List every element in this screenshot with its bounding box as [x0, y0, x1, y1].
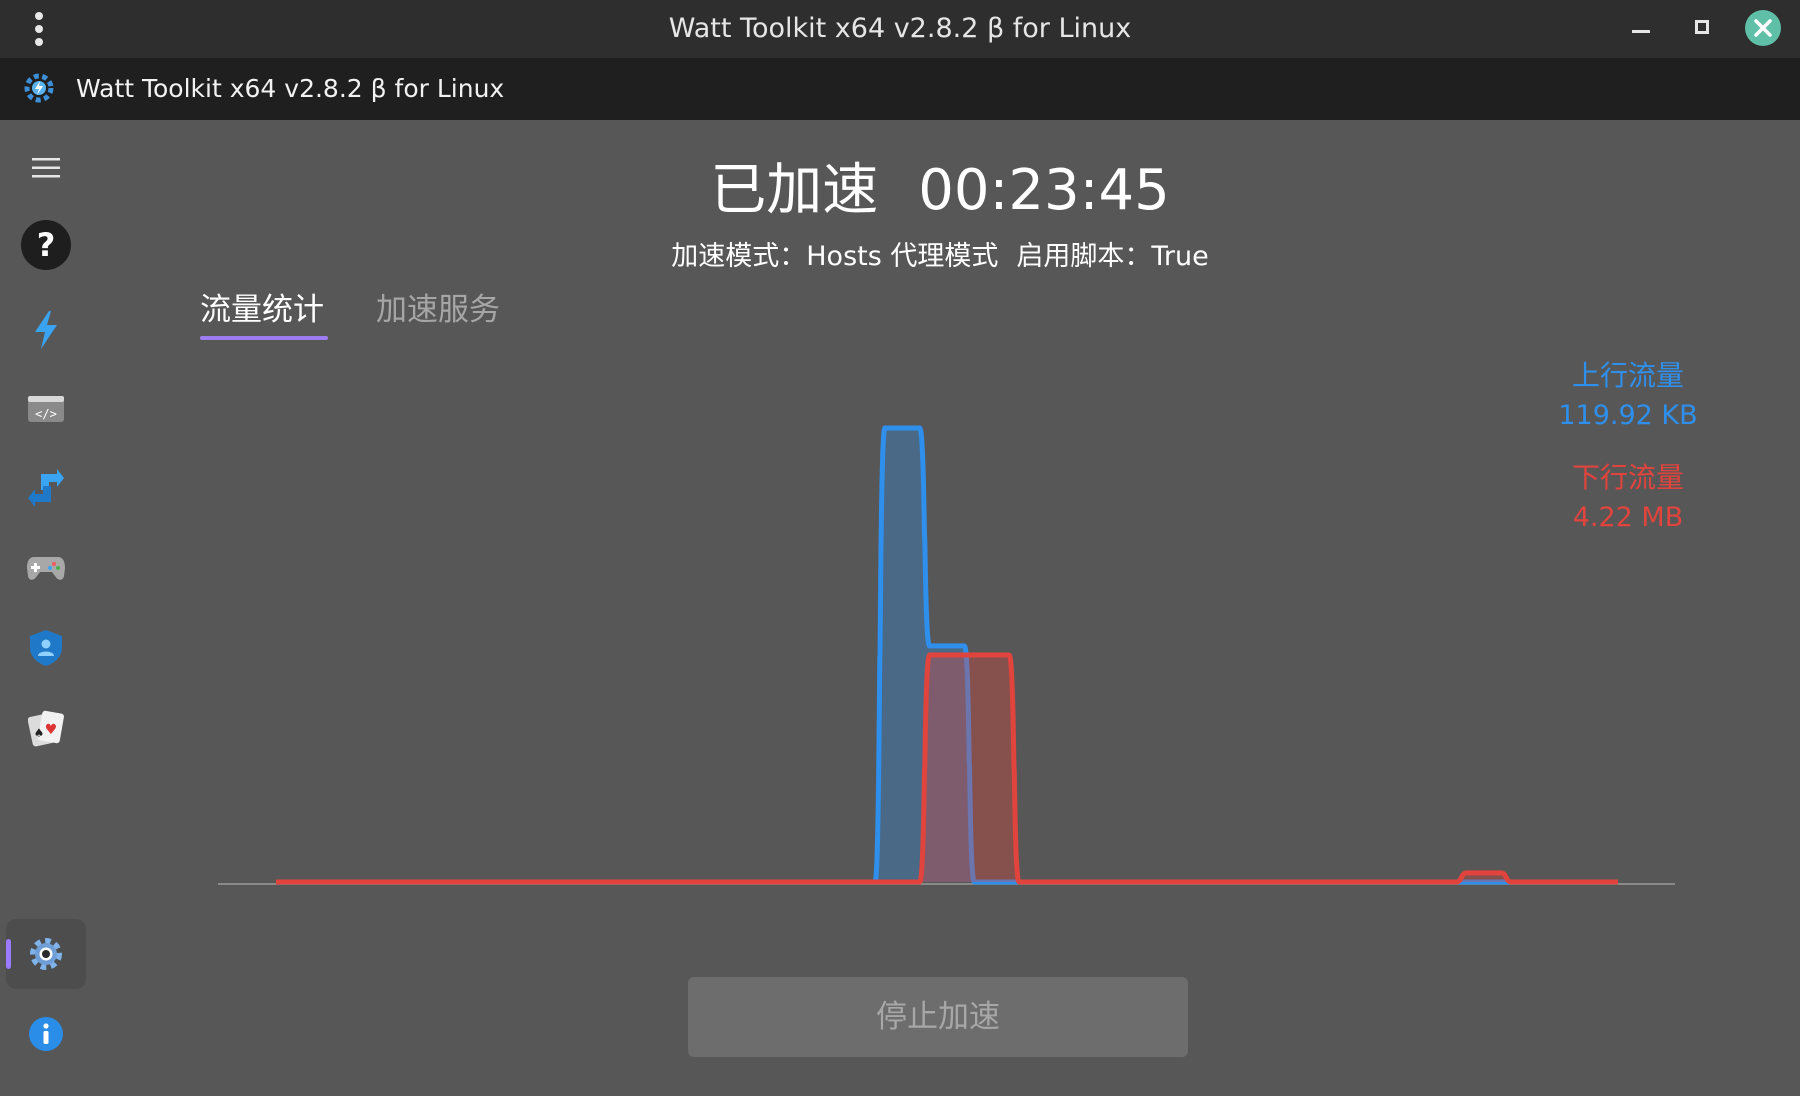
svg-text:?: ? — [37, 226, 56, 264]
mode-label: 加速模式： — [671, 241, 807, 272]
tab-traffic-stats[interactable]: 流量统计 — [200, 288, 324, 332]
legend-upload-value: 119.92 KB — [1558, 400, 1698, 431]
sidebar-item-about[interactable] — [6, 999, 86, 1069]
legend-upload-label: 上行流量 — [1571, 359, 1684, 392]
maximize-button[interactable] — [1695, 20, 1709, 34]
elapsed-timer: 00:23:45 — [918, 158, 1170, 223]
help-icon: ? — [21, 220, 71, 270]
sidebar-item-settings[interactable] — [6, 919, 86, 989]
minimize-button[interactable] — [1632, 30, 1650, 33]
active-tab-indicator — [200, 336, 328, 340]
legend-download-value: 4.22 MB — [1572, 502, 1684, 533]
app-title: Watt Toolkit x64 v2.8.2 β for Linux — [76, 74, 505, 103]
sidebar-item-authenticator[interactable] — [6, 613, 86, 683]
gear-icon — [30, 938, 62, 970]
window-titlebar: Watt Toolkit x64 v2.8.2 β for Linux — [0, 0, 1800, 58]
lightning-icon — [35, 311, 57, 349]
svg-text:</>: </> — [35, 407, 57, 421]
sidebar-item-accelerator[interactable] — [6, 295, 86, 365]
script-label: 启用脚本： — [1016, 241, 1152, 272]
gamepad-icon — [27, 557, 65, 580]
status-label: 已加速 — [710, 158, 879, 223]
sidebar-item-games[interactable] — [6, 533, 86, 603]
mode-value: Hosts 代理模式 — [806, 241, 999, 272]
mode-info: 加速模式：Hosts 代理模式 启用脚本：True — [560, 235, 1320, 279]
active-indicator — [6, 939, 11, 969]
sidebar: ? </> ♥ ♠ — [0, 120, 92, 1096]
window-title: Watt Toolkit x64 v2.8.2 β for Linux — [668, 13, 1132, 44]
transfer-arrows-icon — [28, 469, 64, 507]
sidebar-item-cards[interactable]: ♥ ♠ — [6, 693, 86, 763]
legend-download: 下行流量 4.22 MB — [1540, 458, 1716, 538]
stop-acceleration-button[interactable]: 停止加速 — [688, 977, 1188, 1057]
sidebar-item-transfer[interactable] — [6, 453, 86, 523]
tab-acceleration-services[interactable]: 加速服务 — [376, 288, 500, 332]
sidebar-menu-toggle[interactable] — [6, 133, 86, 203]
legend-download-label: 下行流量 — [1571, 461, 1684, 494]
app-logo-icon — [24, 73, 54, 103]
svg-text:♠: ♠ — [34, 726, 45, 740]
cards-icon: ♥ ♠ — [28, 710, 64, 747]
shield-user-icon — [30, 630, 62, 666]
traffic-chart — [218, 425, 1675, 885]
acceleration-status: 已加速 00:23:45 — [560, 150, 1320, 232]
close-icon — [1754, 19, 1772, 37]
info-icon — [29, 1017, 63, 1051]
app-header: Watt Toolkit x64 v2.8.2 β for Linux — [0, 58, 1800, 120]
close-button[interactable] — [1745, 10, 1781, 46]
download-traffic-series-area — [276, 655, 1618, 882]
legend-upload: 上行流量 119.92 KB — [1540, 356, 1716, 436]
window-menu-icon[interactable] — [24, 10, 54, 48]
sidebar-item-help[interactable]: ? — [6, 210, 86, 280]
hamburger-menu-icon — [32, 158, 60, 178]
svg-text:♥: ♥ — [45, 722, 58, 738]
sidebar-item-script[interactable]: </> — [6, 374, 86, 444]
script-value: True — [1151, 241, 1209, 272]
script-icon: </> — [28, 396, 64, 422]
